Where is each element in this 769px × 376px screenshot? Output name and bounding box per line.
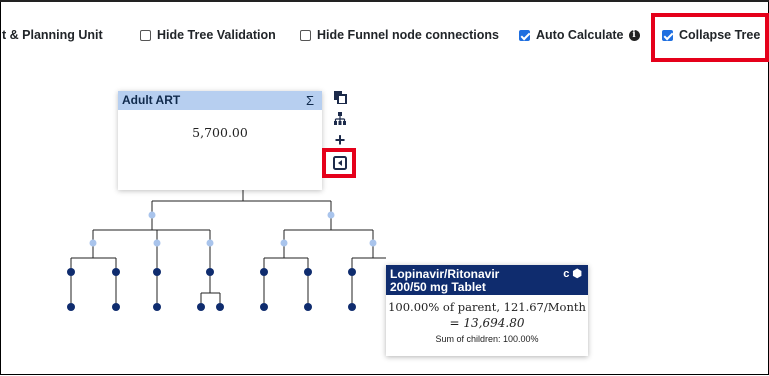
- sitemap-icon[interactable]: [333, 112, 347, 126]
- collapse-icon[interactable]: [333, 156, 347, 170]
- root-node-header: Adult ART Σ: [118, 91, 322, 110]
- tree-dot: [206, 239, 214, 247]
- tooltip-sum-children: Sum of children: 100.00%: [435, 334, 539, 344]
- tooltip-title-line2: 200/50 mg Tablet: [390, 280, 486, 294]
- tree-dot: [153, 239, 161, 247]
- tree-dot: [260, 303, 268, 311]
- root-node-title: Adult ART: [122, 93, 181, 107]
- tree-dot: [260, 268, 268, 276]
- tooltip-flags-icon: c ⬢: [563, 268, 582, 280]
- tree-dot: [89, 239, 97, 247]
- tree-dot: [153, 268, 161, 276]
- tree-connectors: [67, 190, 386, 311]
- node-tooltip: Lopinavir/Ritonavir 200/50 mg Tablet c ⬢…: [386, 265, 588, 356]
- tree-dot: [112, 303, 120, 311]
- tree-dot: [348, 268, 356, 276]
- root-node-card[interactable]: Adult ART Σ 5,700.00: [118, 91, 322, 190]
- tree-dot: [304, 303, 312, 311]
- tree-dot: [197, 303, 205, 311]
- tree-dot: [216, 303, 224, 311]
- root-node-value: 5,700.00: [192, 125, 248, 140]
- tree-dot: [153, 303, 161, 311]
- tree-dot: [148, 211, 156, 219]
- tree-dot: [327, 211, 335, 219]
- tooltip-header: Lopinavir/Ritonavir 200/50 mg Tablet c ⬢: [386, 265, 588, 295]
- copy-icon[interactable]: [333, 90, 347, 105]
- tooltip-total: = 13,694.80: [449, 316, 525, 330]
- tree-dot: [304, 268, 312, 276]
- tree-dot: [206, 268, 214, 276]
- tree-dot: [67, 303, 75, 311]
- tree-dot: [112, 268, 120, 276]
- tree-dot: [280, 239, 288, 247]
- tree-dot: [67, 268, 75, 276]
- tooltip-percent-of-parent: 100.00% of parent, 121.67/Month: [388, 300, 586, 314]
- plus-icon[interactable]: +: [333, 131, 347, 149]
- tree-dot: [348, 303, 356, 311]
- sigma-icon[interactable]: Σ: [306, 91, 314, 110]
- tree-dot: [369, 239, 377, 247]
